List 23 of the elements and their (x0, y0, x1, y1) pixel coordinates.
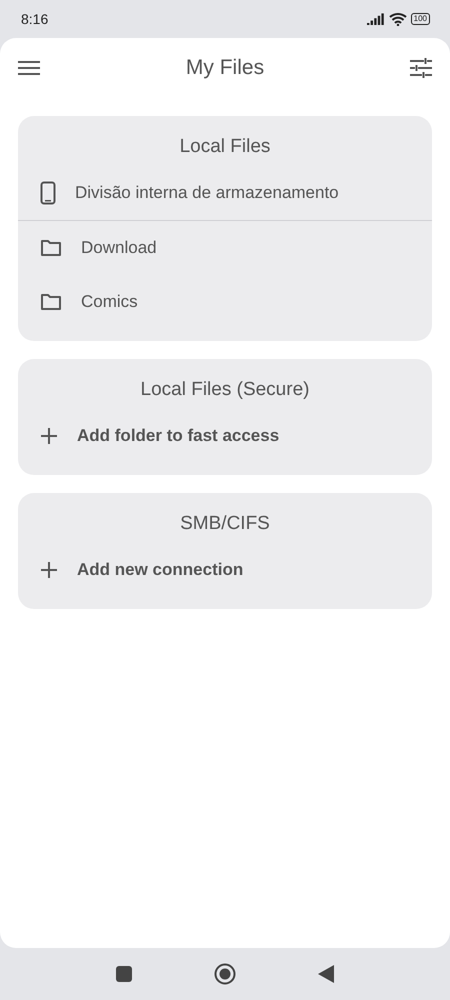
folder-icon (40, 239, 62, 257)
back-icon[interactable] (318, 965, 334, 983)
clock: 8:16 (21, 11, 48, 27)
plus-icon (40, 427, 58, 445)
recents-icon[interactable] (116, 966, 132, 982)
section-title: Local Files (180, 136, 270, 158)
location-label[interactable]: Divisão interna de armazenamento (75, 183, 339, 203)
home-icon[interactable] (214, 963, 236, 985)
location-label[interactable]: Comics (81, 292, 138, 312)
phone-icon (40, 181, 56, 205)
signal-icon (366, 13, 385, 25)
location-label[interactable]: Download (81, 238, 157, 258)
menu-icon[interactable] (18, 60, 40, 76)
settings-icon[interactable] (410, 58, 432, 78)
app-title: My Files (186, 56, 264, 80)
wifi-icon (388, 12, 407, 26)
section-title: SMB/CIFS (180, 513, 270, 535)
folder-icon (40, 293, 62, 311)
add-link[interactable]: Add folder to fast access (77, 426, 280, 446)
battery-level: 100 (410, 13, 430, 25)
add-link[interactable]: Add new connection (77, 560, 244, 580)
plus-icon (40, 561, 58, 579)
section-title: Local Files (Secure) (140, 379, 310, 401)
